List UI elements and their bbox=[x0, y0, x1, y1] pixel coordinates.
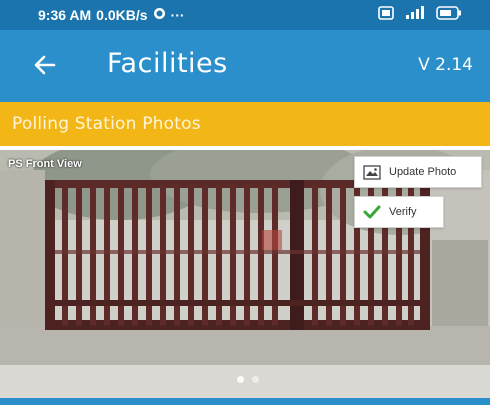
battery-icon bbox=[436, 6, 462, 23]
status-more: ··· bbox=[170, 7, 185, 23]
section-banner: Polling Station Photos bbox=[0, 102, 490, 146]
status-bar: 9:36 AM 0.0KB/s ··· bbox=[0, 0, 490, 30]
app-bar: Facilities V 2.14 bbox=[0, 30, 490, 102]
section-title: Polling Station Photos bbox=[12, 114, 201, 134]
check-icon bbox=[363, 205, 381, 219]
status-right bbox=[378, 6, 462, 23]
pager-dot-active[interactable] bbox=[237, 376, 244, 383]
sim-icon bbox=[378, 6, 394, 23]
update-photo-button[interactable]: Update Photo bbox=[354, 156, 482, 188]
photo-pager bbox=[237, 376, 259, 383]
verify-label: Verify bbox=[389, 206, 417, 218]
status-time: 9:36 AM bbox=[38, 7, 92, 23]
facilities-screen: 9:36 AM 0.0KB/s ··· Facilities V 2.14 Po… bbox=[0, 0, 490, 405]
bottom-divider bbox=[0, 398, 490, 405]
whatsapp-icon bbox=[153, 7, 166, 23]
photo-caption: PS Front View bbox=[8, 158, 82, 170]
verify-button[interactable]: Verify bbox=[354, 196, 444, 228]
arrow-left-icon bbox=[30, 55, 60, 84]
page-title: Facilities bbox=[107, 48, 228, 79]
status-speed: 0.0KB/s bbox=[96, 7, 148, 23]
pager-dot[interactable] bbox=[252, 376, 259, 383]
status-left: 9:36 AM 0.0KB/s ··· bbox=[38, 7, 185, 23]
signal-icon bbox=[404, 6, 426, 23]
app-version: V 2.14 bbox=[418, 55, 473, 75]
image-icon bbox=[363, 164, 381, 180]
back-button[interactable] bbox=[30, 50, 60, 80]
update-photo-label: Update Photo bbox=[389, 166, 457, 178]
